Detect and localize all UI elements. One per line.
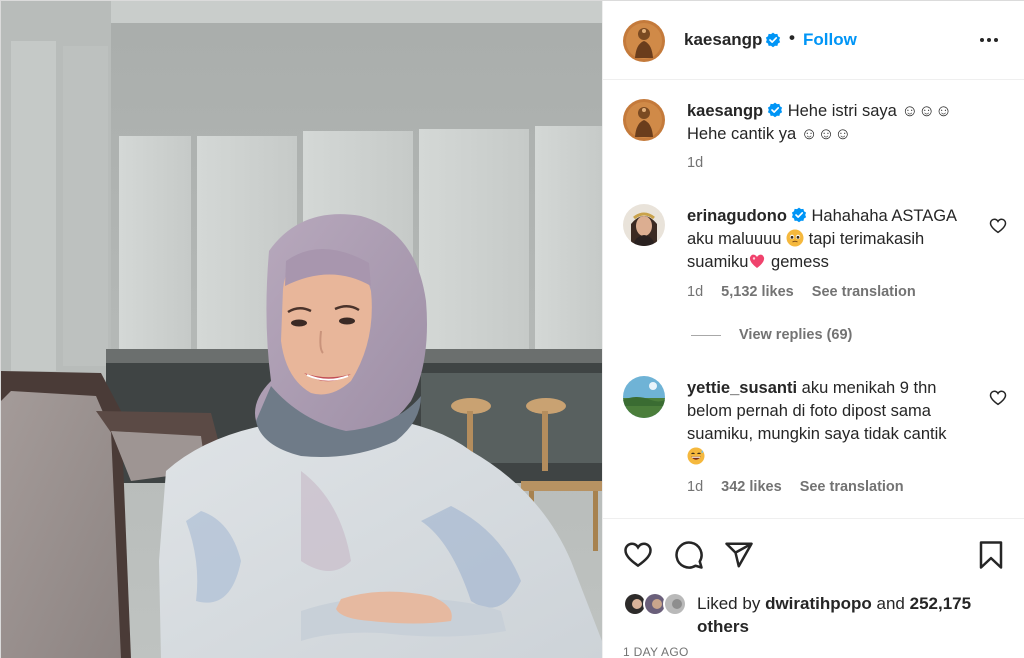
instagram-post-modal: kaesangp • Follow kaesangp Hehe istri sa… (0, 0, 1024, 658)
pleading-face-emoji-icon (786, 229, 804, 247)
commenter-avatar[interactable] (623, 376, 665, 418)
comment-text-5: gemess (771, 253, 829, 271)
post-actions: Liked by dwiratihpopo and 252,175 others… (603, 518, 1024, 658)
comments-list[interactable]: kaesangp Hehe istri saya ☺☺☺ Hehe cantik… (603, 80, 1024, 518)
liker-avatar-image (665, 594, 685, 614)
verified-badge-icon (765, 32, 781, 48)
author-avatar[interactable] (623, 20, 665, 62)
caption-meta: 1d (687, 155, 717, 171)
grinning-sweat-emoji-icon (687, 447, 705, 465)
author-username[interactable]: kaesangp (684, 30, 762, 50)
post-timestamp: 1 DAY AGO (623, 645, 689, 658)
commenter-avatar-image (623, 204, 665, 246)
caption-body: kaesangp Hehe istri saya ☺☺☺ Hehe cantik… (687, 100, 987, 146)
commenter-avatar[interactable] (623, 204, 665, 246)
comment-like-heart-icon[interactable] (989, 389, 1007, 407)
comment-text-3: tapi terimakasih (808, 230, 925, 248)
comment-username[interactable]: erinagudono (687, 207, 787, 225)
more-horizontal-icon[interactable] (977, 28, 1001, 52)
caption-username[interactable]: kaesangp (687, 102, 763, 120)
see-translation-link[interactable]: See translation (800, 479, 904, 495)
comment-text-2: aku maluuuu (687, 230, 782, 248)
comment-meta: 1d 5,132 likes See translation (687, 284, 930, 300)
comment-username[interactable]: yettie_susanti (687, 379, 797, 397)
post-header: kaesangp • Follow (603, 1, 1024, 80)
post-details-panel: kaesangp • Follow kaesangp Hehe istri sa… (602, 1, 1024, 658)
heart-icon[interactable] (623, 540, 653, 570)
comment-likes-count[interactable]: 5,132 likes (721, 284, 794, 300)
verified-badge-icon (768, 102, 783, 118)
see-translation-link[interactable]: See translation (812, 284, 916, 300)
likes-text: Liked by dwiratihpopo and 252,175 others (697, 592, 997, 638)
author-avatar-image (623, 20, 665, 62)
view-replies-button[interactable]: View replies (69) (691, 327, 852, 343)
follow-button[interactable]: Follow (803, 30, 857, 50)
commenter-avatar-image (623, 376, 665, 418)
caption-text-line1: Hehe istri saya ☺☺☺ (787, 102, 952, 120)
replies-divider (691, 334, 721, 336)
view-replies-label: View replies (69) (739, 327, 853, 343)
liked-by-prefix: Liked by (697, 594, 761, 613)
liked-by-user[interactable]: dwiratihpopo (765, 594, 872, 613)
likes-others[interactable]: others (697, 617, 749, 636)
bookmark-icon[interactable] (976, 540, 1006, 570)
post-photo-illustration (1, 1, 602, 658)
header-separator: • (789, 28, 795, 47)
caption-author-avatar[interactable] (623, 99, 665, 141)
likes-count[interactable]: 252,175 (910, 594, 971, 613)
verified-badge-icon (791, 207, 807, 223)
comment-text-line1: aku menikah 9 thn (801, 379, 937, 397)
comment-time: 1d (687, 479, 704, 495)
comment-icon[interactable] (674, 540, 704, 570)
liker-avatar (663, 592, 687, 616)
comment-text-1: Hahahaha ASTAGA (811, 207, 958, 225)
comment-likes-count[interactable]: 342 likes (721, 479, 781, 495)
send-icon[interactable] (724, 540, 754, 570)
caption-text-line2: Hehe cantik ya ☺☺☺ (687, 125, 852, 143)
caption-time: 1d (687, 155, 704, 171)
comment-text-line2: belom pernah di foto dipost sama (687, 402, 931, 420)
comment-meta: 1d 342 likes See translation (687, 479, 918, 495)
comment-time: 1d (687, 284, 704, 300)
comment-text-4: suamiku (687, 253, 749, 271)
comment-like-heart-icon[interactable] (989, 217, 1007, 235)
comment-body: yettie_susanti aku menikah 9 thn belom p… (687, 377, 987, 469)
caption-avatar-image (623, 99, 665, 141)
post-photo[interactable] (1, 1, 602, 658)
comment-text-line3: suamiku, mungkin saya tidak cantik (687, 425, 947, 443)
comment-body: erinagudono Hahahaha ASTAGA aku maluuuu … (687, 205, 987, 274)
liked-by-and: and (876, 594, 905, 613)
sparkling-heart-emoji-icon (750, 254, 765, 268)
